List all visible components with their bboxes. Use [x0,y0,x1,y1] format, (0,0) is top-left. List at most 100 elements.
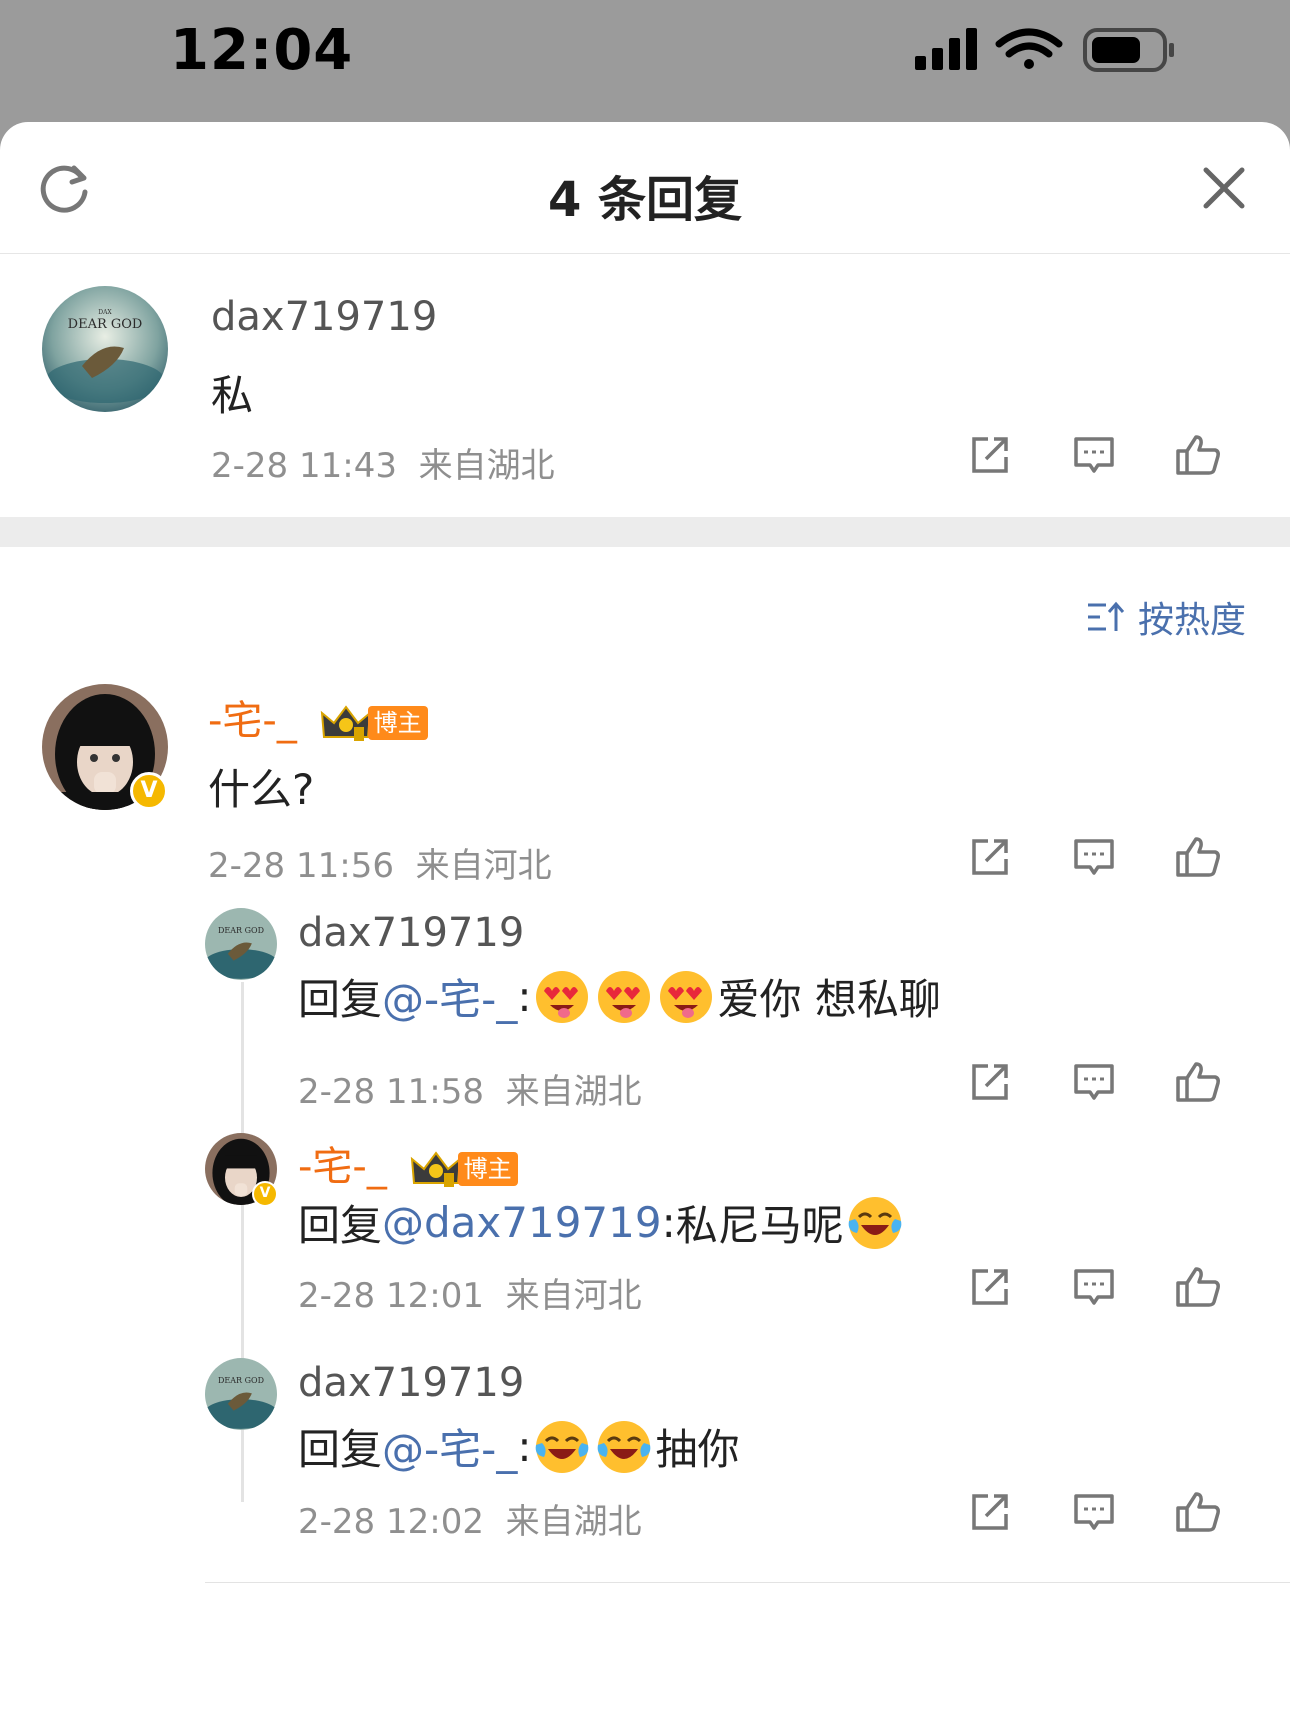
tears-of-joy-emoji-icon [536,1420,589,1473]
thumbs-up-icon [1176,1267,1220,1307]
avatar[interactable]: DEAR GOD [205,908,277,980]
wifi-icon [995,28,1063,69]
comment-meta: 2-28 11:43 来自湖北 [211,438,555,487]
reply-prefix: 回复 [298,1201,383,1250]
avatar[interactable]: DEAR GOD [205,1358,277,1430]
comment-location: 来自湖北 [505,1072,642,1112]
share-button[interactable] [938,1487,1042,1537]
reply-separator: : [661,1198,676,1247]
tears-of-joy-emoji-icon [848,1196,902,1249]
comment-text-body: 抽你 [655,1425,740,1474]
like-button[interactable] [1146,1057,1250,1107]
comment-actions [938,1262,1250,1312]
mention-link[interactable]: @dax719719 [382,1198,662,1247]
comment-text-body: 私尼马呢 [675,1201,844,1250]
comment-icon [1074,1494,1114,1530]
username-text: -宅-_ [208,698,297,744]
heart-eyes-emoji-icon [660,970,713,1023]
reply-prefix: 回复 [298,975,383,1024]
avatar-logo-text: DEAR GOD [218,926,264,935]
like-button[interactable] [1146,430,1250,480]
comment-text: 什么? [208,756,314,817]
comment-date: 2-28 12:01 [298,1276,484,1316]
share-button[interactable] [938,430,1042,480]
verified-badge: V [252,1181,278,1207]
comment-icon [1074,1269,1114,1305]
close-icon[interactable] [1200,164,1248,212]
sort-label: 按热度 [1137,600,1246,641]
sort-by-hot-button[interactable]: 按热度 [1086,591,1246,643]
comment-date: 2-28 11:56 [208,846,394,886]
heart-eyes-emoji-icon [598,970,651,1023]
comment-location: 来自河北 [505,1276,642,1316]
reply-button[interactable] [1042,1487,1146,1537]
comment-location: 来自河北 [415,846,552,886]
comment-username[interactable]: dax719719 [298,910,524,956]
like-button[interactable] [1146,1262,1250,1312]
reply-button[interactable] [1042,1262,1146,1312]
like-button[interactable] [1146,832,1250,882]
badge-label: 博主 [367,706,428,740]
status-icons [915,28,1174,72]
signal-icon [915,28,977,70]
comment-actions [938,1487,1250,1537]
blogger-badge: 博主 [410,1149,518,1189]
comment-meta: 2-28 11:58 来自湖北 [298,1064,642,1113]
share-button[interactable] [938,1057,1042,1107]
svg-text:DAX: DAX [98,309,112,316]
battery-icon [1083,28,1174,72]
comment-meta: 2-28 11:56 来自河北 [208,838,552,887]
comment-date: 2-28 11:58 [298,1072,484,1112]
share-icon [972,839,1008,875]
sheet-title: 4 条回复 [547,172,743,228]
avatar-logo-text: DEAR GOD [68,317,143,332]
comment-username[interactable]: -宅-_ 博主 [298,1134,518,1192]
comment-username[interactable]: -宅-_ 博主 [208,688,428,746]
share-icon [972,1064,1008,1100]
reply-button[interactable] [1042,832,1146,882]
comment-text-body: 什么? [208,765,315,814]
comment-text: 私 [211,362,253,423]
like-button[interactable] [1146,1487,1250,1537]
comment-icon [1074,437,1114,473]
comment-text: 回复 @dax719719 : 私尼马呢 [298,1192,906,1253]
mention-link[interactable]: @-宅-_ [382,966,517,1027]
tears-of-joy-emoji-icon [598,1420,651,1473]
verified-badge: V [130,772,168,810]
reply-button[interactable] [1042,430,1146,480]
blogger-badge: 博主 [320,703,428,743]
crown-icon [320,705,371,741]
comment-icon [1074,1064,1114,1100]
comment-actions [938,832,1250,882]
comment-username[interactable]: dax719719 [211,294,437,340]
comment-location: 来自湖北 [418,446,555,486]
reply-button[interactable] [1042,1057,1146,1107]
reply-separator: : [517,972,532,1021]
reply-prefix: 回复 [298,1425,383,1474]
share-icon [972,1269,1008,1305]
comment-meta: 2-28 12:02 来自湖北 [298,1494,642,1543]
mention-link[interactable]: @-宅-_ [382,1416,517,1477]
replies-sheet: 4 条回复 DAX DEAR GOD dax719719 私 2-28 11:4… [0,122,1290,1715]
comment-text: 回复 @-宅-_ : 爱你 想私聊 [298,966,941,1027]
share-icon [972,437,1008,473]
thumbs-up-icon [1176,837,1220,877]
status-bar: 12:04 [0,0,1290,122]
comment-text-body: 私 [211,371,254,420]
comment-date: 2-28 11:43 [211,446,397,486]
share-button[interactable] [938,1262,1042,1312]
comment-date: 2-28 12:02 [298,1502,484,1542]
status-time: 12:04 [170,18,354,83]
crown-icon [410,1151,461,1187]
heart-eyes-emoji-icon [536,970,589,1023]
comment-username[interactable]: dax719719 [298,1360,524,1406]
avatar[interactable]: DAX DEAR GOD [42,286,168,412]
comment-actions [938,430,1250,480]
comment-location: 来自湖北 [505,1502,642,1542]
main-comment: DAX DEAR GOD dax719719 私 2-28 11:43 来自湖北 [0,254,1290,517]
share-icon [972,1494,1008,1530]
thumbs-up-icon [1176,1062,1220,1102]
comment-icon [1074,839,1114,875]
username-text: -宅-_ [298,1144,387,1190]
share-button[interactable] [938,832,1042,882]
